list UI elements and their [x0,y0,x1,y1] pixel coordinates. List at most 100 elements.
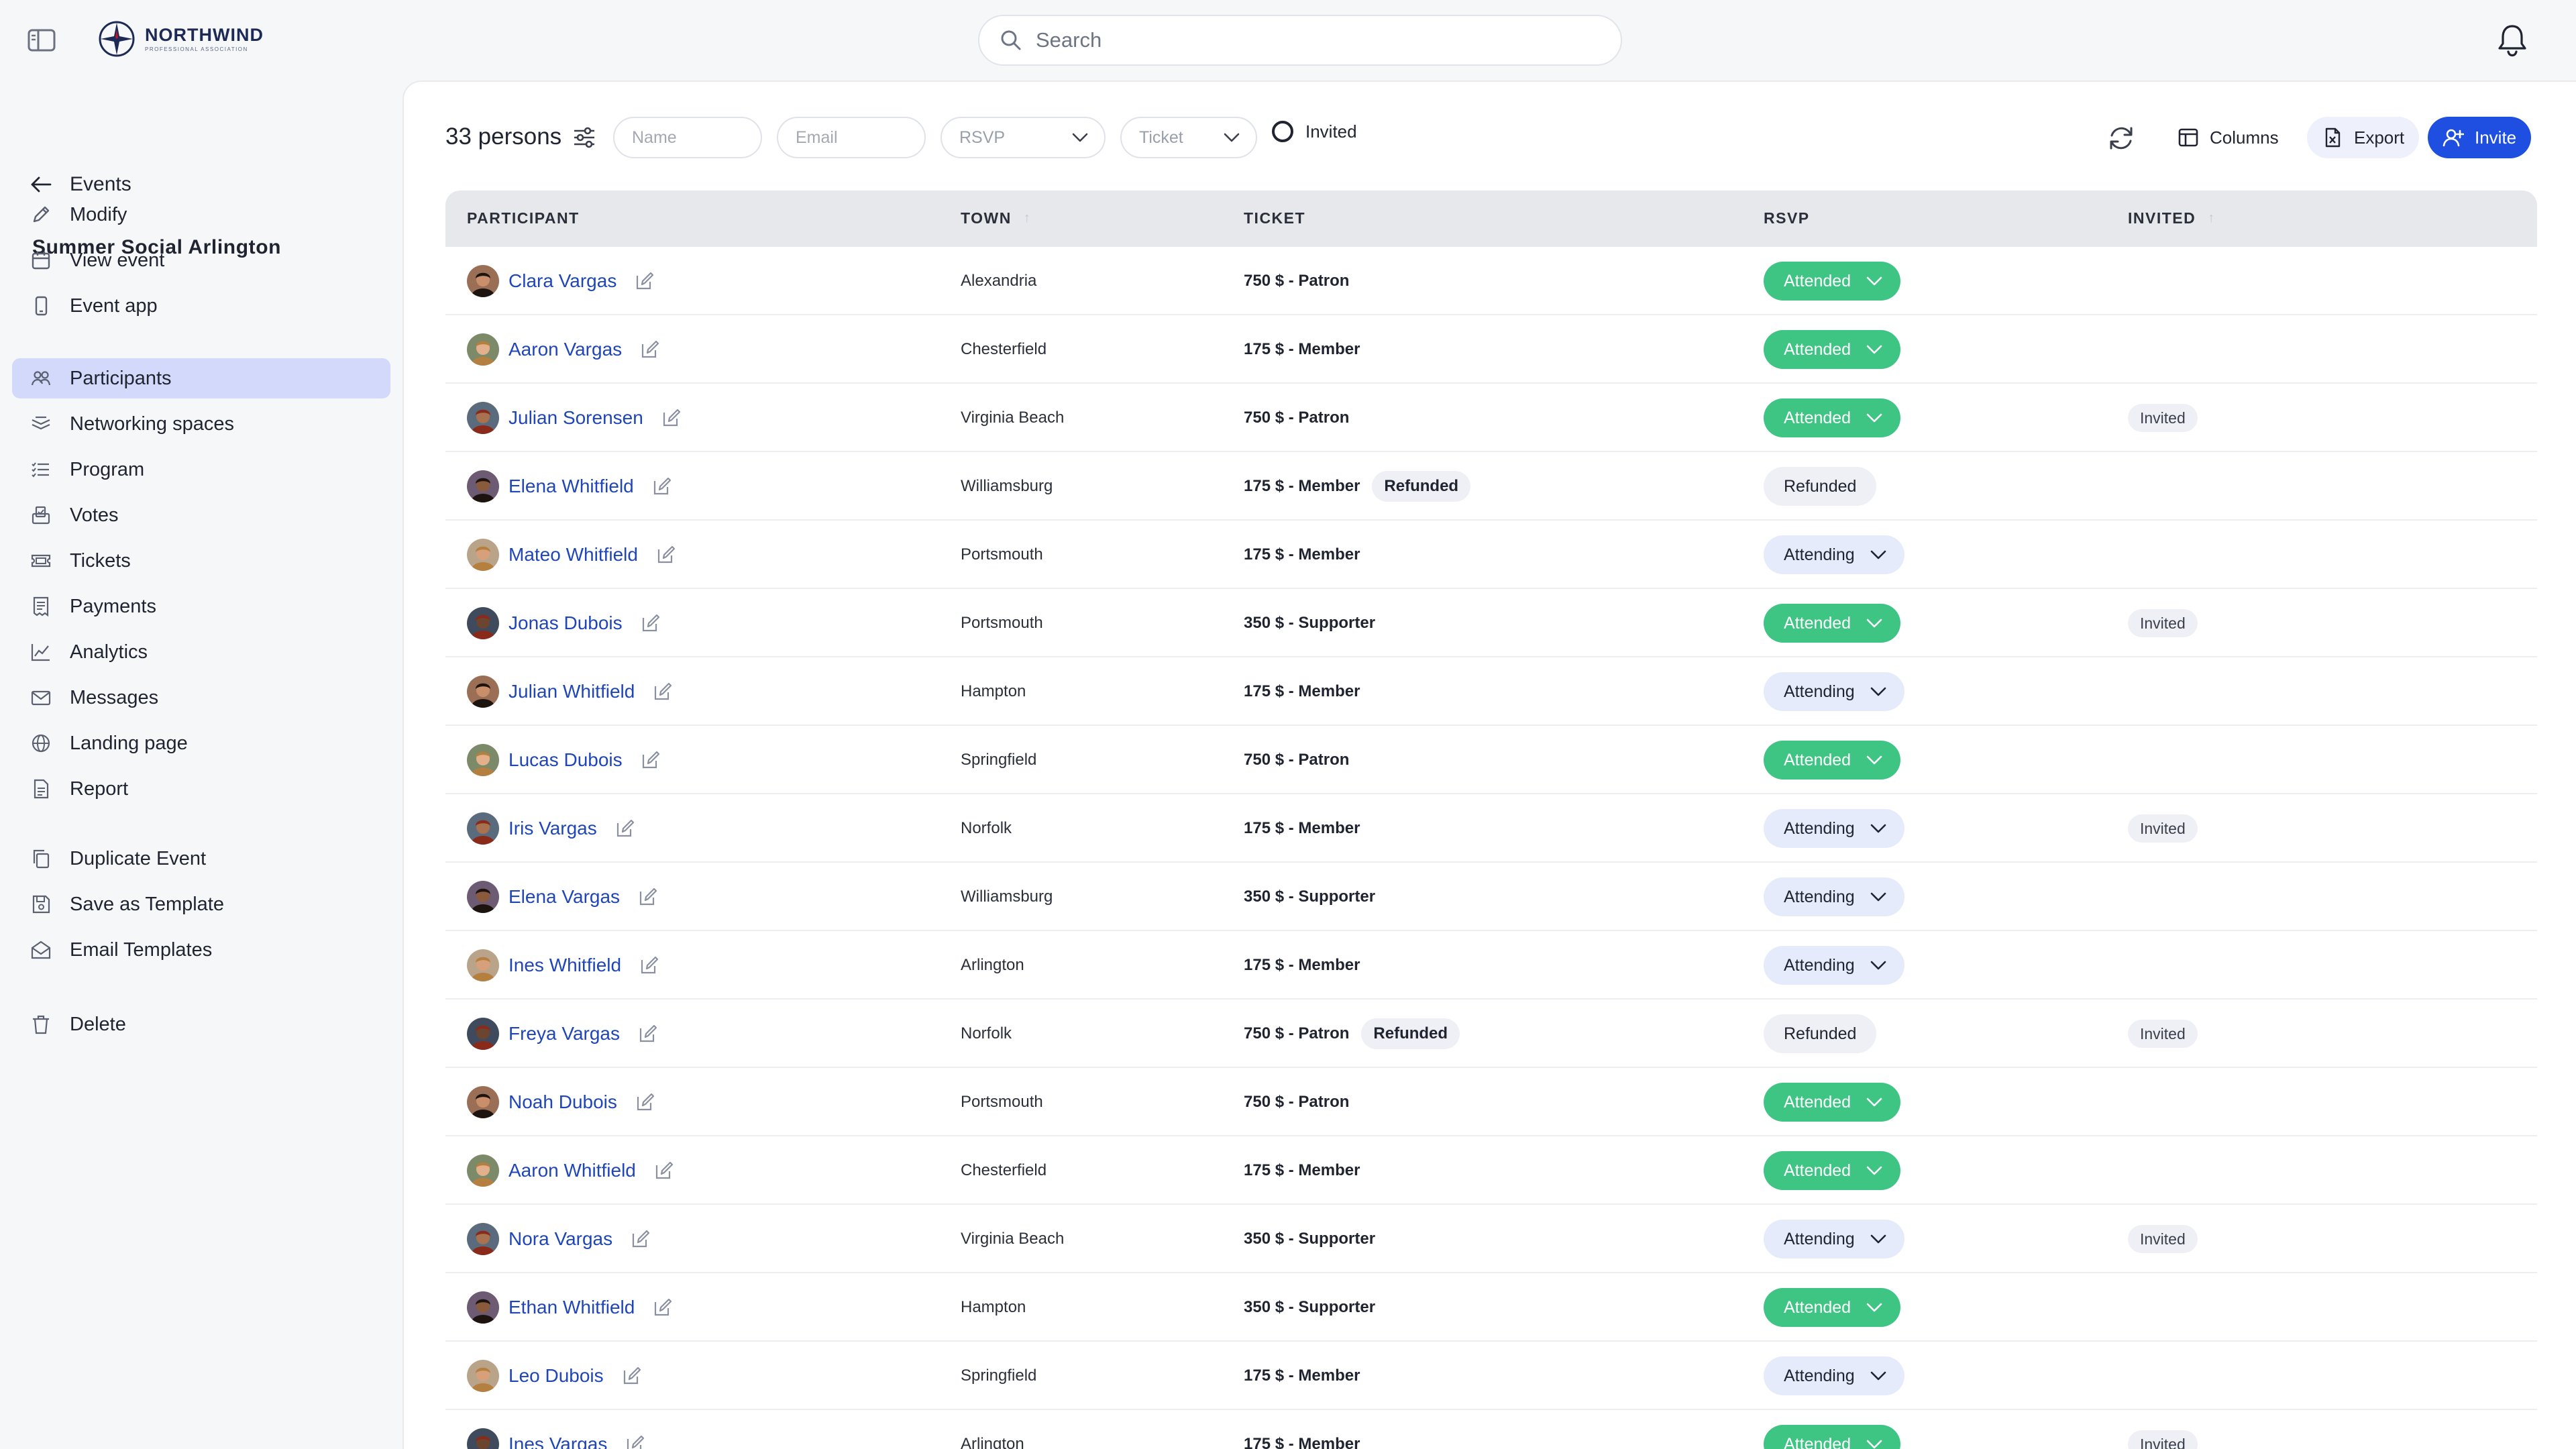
column-header-invited[interactable]: INVITED ↑ [2128,209,2216,227]
sidebar-item-view-event[interactable]: View event [12,240,390,280]
column-header-ticket[interactable]: TICKET [1244,209,1305,227]
edit-icon[interactable] [634,270,655,292]
participant-name-link[interactable]: Freya Vargas [508,1023,620,1044]
table-row[interactable]: Julian Whitfield Hampton 175 $ - Member Att… [445,657,2537,726]
participant-name-link[interactable]: Ethan Whitfield [508,1297,635,1318]
edit-icon[interactable] [637,1023,659,1044]
sidebar-item-email-templates[interactable]: Email Templates [12,930,390,970]
export-button[interactable]: Export [2307,117,2420,158]
sidebar-item-delete[interactable]: Delete [12,1004,390,1044]
columns-button[interactable]: Columns [2163,117,2294,158]
column-header-rsvp[interactable]: RSVP [1764,209,1810,227]
rsvp-status-dropdown[interactable]: Attended [1764,1083,1901,1122]
notifications-bell-icon[interactable] [2496,23,2529,58]
participant-name-link[interactable]: Clara Vargas [508,270,616,292]
column-header-town[interactable]: TOWN ↑ [961,209,1031,227]
table-row[interactable]: Nora Vargas Virginia Beach 350 $ - Support… [445,1205,2537,1273]
rsvp-status-dropdown[interactable]: Attended [1764,262,1901,301]
edit-icon[interactable] [661,407,682,429]
table-row[interactable]: Elena Whitfield Williamsburg 175 $ - Membe… [445,452,2537,521]
name-filter-field[interactable] [613,117,762,158]
rsvp-status-dropdown[interactable]: Attended [1764,1425,1901,1449]
filter-settings-icon[interactable] [572,125,597,150]
sidebar-item-analytics[interactable]: Analytics [12,632,390,672]
participant-name-link[interactable]: Aaron Whitfield [508,1160,636,1181]
participant-name-link[interactable]: Nora Vargas [508,1228,612,1250]
sidebar-item-messages[interactable]: Messages [12,678,390,718]
rsvp-status-dropdown[interactable]: Attended [1764,604,1901,643]
rsvp-status-dropdown[interactable]: Attending [1764,535,1904,574]
edit-icon[interactable] [635,1091,656,1113]
rsvp-status-dropdown[interactable]: Attending [1764,1220,1904,1258]
sidebar-item-landing-page[interactable]: Landing page [12,723,390,763]
participant-name-link[interactable]: Julian Sorensen [508,407,643,429]
edit-icon[interactable] [614,818,636,839]
participant-name-link[interactable]: Julian Whitfield [508,681,635,702]
table-row[interactable]: Iris Vargas Norfolk 175 $ - Member Attendin… [445,794,2537,863]
brand-logo[interactable]: NORTHWIND PROFESSIONAL ASSOCIATION [98,20,264,58]
invite-button[interactable]: Invite [2428,117,2532,158]
email-filter-input[interactable] [796,127,896,148]
participant-name-link[interactable]: Noah Dubois [508,1091,617,1113]
participant-name-link[interactable]: Lucas Dubois [508,749,623,771]
rsvp-status-dropdown[interactable]: Attended [1764,1151,1901,1190]
table-row[interactable]: Leo Dubois Springfield 175 $ - Member Atten… [445,1342,2537,1410]
rsvp-status-dropdown[interactable]: Attending [1764,946,1904,985]
edit-icon[interactable] [639,339,661,360]
table-row[interactable]: Lucas Dubois Springfield 750 $ - Patron Att… [445,726,2537,794]
participant-name-link[interactable]: Mateo Whitfield [508,544,638,566]
edit-icon[interactable] [652,681,674,702]
edit-icon[interactable] [637,886,659,908]
rsvp-status-dropdown[interactable]: Attending [1764,877,1904,916]
table-row[interactable]: Clara Vargas Alexandria 750 $ - Patron Atte… [445,247,2537,315]
edit-icon[interactable] [653,1160,675,1181]
table-row[interactable]: Freya Vargas Norfolk 750 $ - Patron Refunde… [445,1000,2537,1068]
sidebar-item-program[interactable]: Program [12,449,390,490]
table-row[interactable]: Noah Dubois Portsmouth 750 $ - Patron Atten… [445,1068,2537,1136]
table-row[interactable]: Ines Vargas Arlington 175 $ - Member Attend… [445,1410,2537,1449]
table-row[interactable]: Aaron Vargas Chesterfield 175 $ - Member At… [445,315,2537,384]
table-row[interactable]: Aaron Whitfield Chesterfield 175 $ - Membe… [445,1136,2537,1205]
table-row[interactable]: Ines Whitfield Arlington 175 $ - Member Att… [445,931,2537,1000]
rsvp-status-dropdown[interactable]: Attended [1764,741,1901,780]
search-bar[interactable] [978,15,1622,66]
rsvp-status-dropdown[interactable]: Attended [1764,330,1901,369]
rsvp-filter-select[interactable]: RSVP [941,117,1106,158]
edit-icon[interactable] [640,612,661,634]
edit-icon[interactable] [630,1228,651,1250]
participant-name-link[interactable]: Ines Whitfield [508,955,621,976]
edit-icon[interactable] [655,544,677,566]
participant-name-link[interactable]: Elena Whitfield [508,476,634,497]
sidebar-item-tickets[interactable]: Tickets [12,541,390,581]
refresh-icon[interactable] [2105,122,2137,154]
table-row[interactable]: Julian Sorensen Virginia Beach 750 $ - Pat… [445,384,2537,452]
sidebar-item-report[interactable]: Report [12,769,390,809]
participant-name-link[interactable]: Leo Dubois [508,1365,604,1387]
edit-icon[interactable] [651,476,673,497]
sidebar-item-payments[interactable]: Payments [12,586,390,627]
sidebar-item-event-app[interactable]: Event app [12,286,390,326]
search-input[interactable] [1036,28,1586,52]
rsvp-status-dropdown[interactable]: Attending [1764,1356,1904,1395]
rsvp-status-dropdown[interactable]: Attended [1764,1288,1901,1327]
name-filter-input[interactable] [632,127,733,148]
participant-name-link[interactable]: Aaron Vargas [508,339,622,360]
sidebar-toggle-icon[interactable] [27,27,56,54]
sidebar-item-modify[interactable]: Modify [12,195,390,235]
table-row[interactable]: Jonas Dubois Portsmouth 350 $ - Supporter A… [445,589,2537,657]
rsvp-status-dropdown[interactable]: Attended [1764,398,1901,437]
rsvp-status-dropdown[interactable]: Attending [1764,672,1904,711]
rsvp-status-dropdown[interactable]: Attending [1764,809,1904,848]
edit-icon[interactable] [640,749,661,771]
edit-icon[interactable] [639,955,660,976]
sidebar-item-networking-spaces[interactable]: Networking spaces [12,404,390,444]
column-header-participant[interactable]: PARTICIPANT [467,209,580,227]
sidebar-item-votes[interactable]: Votes [12,495,390,535]
participant-name-link[interactable]: Ines Vargas [508,1434,607,1449]
participant-name-link[interactable]: Jonas Dubois [508,612,623,634]
table-row[interactable]: Mateo Whitfield Portsmouth 175 $ - Member A… [445,521,2537,589]
email-filter-field[interactable] [777,117,926,158]
ticket-filter-select[interactable]: Ticket [1120,117,1257,158]
edit-icon[interactable] [621,1365,643,1387]
back-to-events-link[interactable]: Events [30,173,131,196]
